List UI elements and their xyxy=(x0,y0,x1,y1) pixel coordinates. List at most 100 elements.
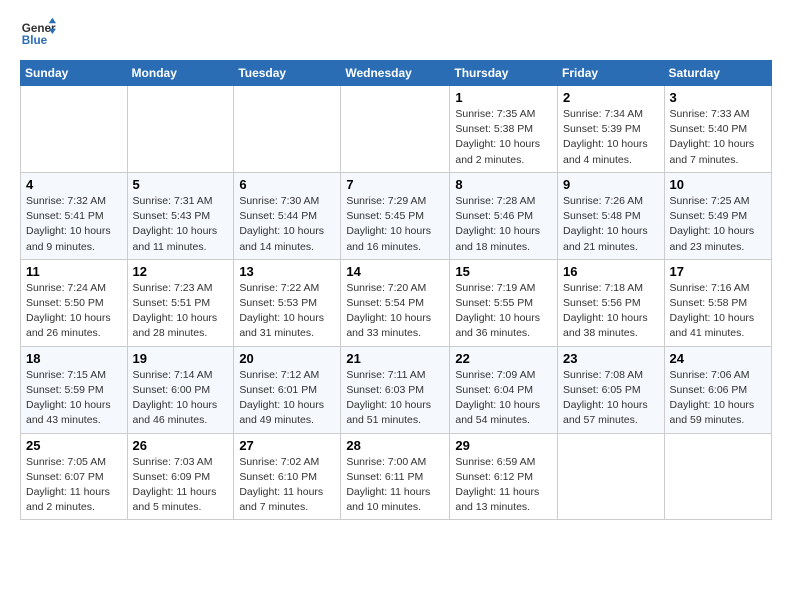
calendar-cell: 28 Sunrise: 7:00 AM Sunset: 6:11 PM Dayli… xyxy=(341,433,450,520)
calendar-cell: 21 Sunrise: 7:11 AM Sunset: 6:03 PM Dayli… xyxy=(341,346,450,433)
column-header-saturday: Saturday xyxy=(664,61,771,86)
day-number: 16 xyxy=(563,264,659,279)
day-info: Sunrise: 7:24 AM Sunset: 5:50 PM Dayligh… xyxy=(26,281,122,342)
calendar-cell: 24 Sunrise: 7:06 AM Sunset: 6:06 PM Dayli… xyxy=(664,346,771,433)
day-number: 13 xyxy=(239,264,335,279)
column-header-tuesday: Tuesday xyxy=(234,61,341,86)
calendar-cell xyxy=(21,86,128,173)
calendar-cell: 22Sunrise: 7:09 AM Sunset: 6:04 PM Dayli… xyxy=(450,346,558,433)
calendar-cell: 13 Sunrise: 7:22 AM Sunset: 5:53 PM Dayli… xyxy=(234,259,341,346)
day-info: Sunrise: 7:16 AM Sunset: 5:58 PM Dayligh… xyxy=(670,281,766,342)
week-row-5: 25Sunrise: 7:05 AM Sunset: 6:07 PM Dayli… xyxy=(21,433,772,520)
day-info: Sunrise: 7:22 AM Sunset: 5:53 PM Dayligh… xyxy=(239,281,335,342)
day-number: 19 xyxy=(133,351,229,366)
calendar-cell xyxy=(127,86,234,173)
day-number: 9 xyxy=(563,177,659,192)
calendar-cell xyxy=(558,433,665,520)
week-row-3: 11Sunrise: 7:24 AM Sunset: 5:50 PM Dayli… xyxy=(21,259,772,346)
calendar-table: SundayMondayTuesdayWednesdayThursdayFrid… xyxy=(20,60,772,520)
day-info: Sunrise: 7:11 AM Sunset: 6:03 PM Dayligh… xyxy=(346,368,444,429)
day-info: Sunrise: 7:19 AM Sunset: 5:55 PM Dayligh… xyxy=(455,281,552,342)
day-number: 26 xyxy=(133,438,229,453)
day-info: Sunrise: 7:20 AM Sunset: 5:54 PM Dayligh… xyxy=(346,281,444,342)
day-number: 18 xyxy=(26,351,122,366)
day-number: 17 xyxy=(670,264,766,279)
day-info: Sunrise: 7:26 AM Sunset: 5:48 PM Dayligh… xyxy=(563,194,659,255)
day-number: 14 xyxy=(346,264,444,279)
calendar-header-row: SundayMondayTuesdayWednesdayThursdayFrid… xyxy=(21,61,772,86)
calendar-cell: 11Sunrise: 7:24 AM Sunset: 5:50 PM Dayli… xyxy=(21,259,128,346)
day-number: 22 xyxy=(455,351,552,366)
day-info: Sunrise: 7:35 AM Sunset: 5:38 PM Dayligh… xyxy=(455,107,552,168)
day-info: Sunrise: 7:18 AM Sunset: 5:56 PM Dayligh… xyxy=(563,281,659,342)
calendar-cell: 26 Sunrise: 7:03 AM Sunset: 6:09 PM Dayli… xyxy=(127,433,234,520)
calendar-cell xyxy=(664,433,771,520)
week-row-4: 18 Sunrise: 7:15 AM Sunset: 5:59 PM Dayli… xyxy=(21,346,772,433)
day-number: 27 xyxy=(239,438,335,453)
calendar-cell: 3 Sunrise: 7:33 AM Sunset: 5:40 PM Daylig… xyxy=(664,86,771,173)
day-info: Sunrise: 7:03 AM Sunset: 6:09 PM Dayligh… xyxy=(133,455,229,516)
calendar-cell: 25Sunrise: 7:05 AM Sunset: 6:07 PM Dayli… xyxy=(21,433,128,520)
day-info: Sunrise: 7:08 AM Sunset: 6:05 PM Dayligh… xyxy=(563,368,659,429)
week-row-2: 4 Sunrise: 7:32 AM Sunset: 5:41 PM Daylig… xyxy=(21,172,772,259)
day-number: 29 xyxy=(455,438,552,453)
day-number: 21 xyxy=(346,351,444,366)
day-number: 7 xyxy=(346,177,444,192)
calendar-cell xyxy=(341,86,450,173)
calendar-cell: 7 Sunrise: 7:29 AM Sunset: 5:45 PM Daylig… xyxy=(341,172,450,259)
logo-icon: General Blue xyxy=(20,16,56,52)
calendar-cell: 8 Sunrise: 7:28 AM Sunset: 5:46 PM Daylig… xyxy=(450,172,558,259)
column-header-sunday: Sunday xyxy=(21,61,128,86)
day-info: Sunrise: 7:14 AM Sunset: 6:00 PM Dayligh… xyxy=(133,368,229,429)
calendar-cell xyxy=(234,86,341,173)
column-header-friday: Friday xyxy=(558,61,665,86)
calendar-cell: 5 Sunrise: 7:31 AM Sunset: 5:43 PM Daylig… xyxy=(127,172,234,259)
svg-text:Blue: Blue xyxy=(22,34,48,47)
calendar-cell: 14 Sunrise: 7:20 AM Sunset: 5:54 PM Dayli… xyxy=(341,259,450,346)
day-number: 1 xyxy=(455,90,552,105)
day-info: Sunrise: 7:29 AM Sunset: 5:45 PM Dayligh… xyxy=(346,194,444,255)
day-info: Sunrise: 7:25 AM Sunset: 5:49 PM Dayligh… xyxy=(670,194,766,255)
day-number: 23 xyxy=(563,351,659,366)
day-info: Sunrise: 7:00 AM Sunset: 6:11 PM Dayligh… xyxy=(346,455,444,516)
day-number: 15 xyxy=(455,264,552,279)
day-info: Sunrise: 7:28 AM Sunset: 5:46 PM Dayligh… xyxy=(455,194,552,255)
day-info: Sunrise: 7:05 AM Sunset: 6:07 PM Dayligh… xyxy=(26,455,122,516)
calendar-cell: 16 Sunrise: 7:18 AM Sunset: 5:56 PM Dayli… xyxy=(558,259,665,346)
day-info: Sunrise: 7:32 AM Sunset: 5:41 PM Dayligh… xyxy=(26,194,122,255)
day-number: 3 xyxy=(670,90,766,105)
day-number: 2 xyxy=(563,90,659,105)
day-number: 6 xyxy=(239,177,335,192)
day-number: 12 xyxy=(133,264,229,279)
calendar-cell: 2 Sunrise: 7:34 AM Sunset: 5:39 PM Daylig… xyxy=(558,86,665,173)
day-info: Sunrise: 7:06 AM Sunset: 6:06 PM Dayligh… xyxy=(670,368,766,429)
day-info: Sunrise: 7:30 AM Sunset: 5:44 PM Dayligh… xyxy=(239,194,335,255)
calendar-cell: 6 Sunrise: 7:30 AM Sunset: 5:44 PM Daylig… xyxy=(234,172,341,259)
day-info: Sunrise: 7:23 AM Sunset: 5:51 PM Dayligh… xyxy=(133,281,229,342)
calendar-cell: 29Sunrise: 6:59 AM Sunset: 6:12 PM Dayli… xyxy=(450,433,558,520)
calendar-cell: 23 Sunrise: 7:08 AM Sunset: 6:05 PM Dayli… xyxy=(558,346,665,433)
day-number: 8 xyxy=(455,177,552,192)
day-number: 5 xyxy=(133,177,229,192)
calendar-cell: 4 Sunrise: 7:32 AM Sunset: 5:41 PM Daylig… xyxy=(21,172,128,259)
week-row-1: 1 Sunrise: 7:35 AM Sunset: 5:38 PM Daylig… xyxy=(21,86,772,173)
day-info: Sunrise: 7:34 AM Sunset: 5:39 PM Dayligh… xyxy=(563,107,659,168)
day-info: Sunrise: 7:02 AM Sunset: 6:10 PM Dayligh… xyxy=(239,455,335,516)
calendar-cell: 15 Sunrise: 7:19 AM Sunset: 5:55 PM Dayli… xyxy=(450,259,558,346)
day-number: 28 xyxy=(346,438,444,453)
day-number: 10 xyxy=(670,177,766,192)
calendar-cell: 12 Sunrise: 7:23 AM Sunset: 5:51 PM Dayli… xyxy=(127,259,234,346)
calendar-cell: 20Sunrise: 7:12 AM Sunset: 6:01 PM Dayli… xyxy=(234,346,341,433)
day-info: Sunrise: 7:15 AM Sunset: 5:59 PM Dayligh… xyxy=(26,368,122,429)
day-number: 4 xyxy=(26,177,122,192)
page-header: General Blue xyxy=(20,16,772,52)
day-info: Sunrise: 7:31 AM Sunset: 5:43 PM Dayligh… xyxy=(133,194,229,255)
calendar-cell: 18 Sunrise: 7:15 AM Sunset: 5:59 PM Dayli… xyxy=(21,346,128,433)
calendar-cell: 9 Sunrise: 7:26 AM Sunset: 5:48 PM Daylig… xyxy=(558,172,665,259)
day-number: 20 xyxy=(239,351,335,366)
calendar-cell: 27 Sunrise: 7:02 AM Sunset: 6:10 PM Dayli… xyxy=(234,433,341,520)
calendar-cell: 1 Sunrise: 7:35 AM Sunset: 5:38 PM Daylig… xyxy=(450,86,558,173)
column-header-monday: Monday xyxy=(127,61,234,86)
day-info: Sunrise: 7:33 AM Sunset: 5:40 PM Dayligh… xyxy=(670,107,766,168)
day-number: 24 xyxy=(670,351,766,366)
